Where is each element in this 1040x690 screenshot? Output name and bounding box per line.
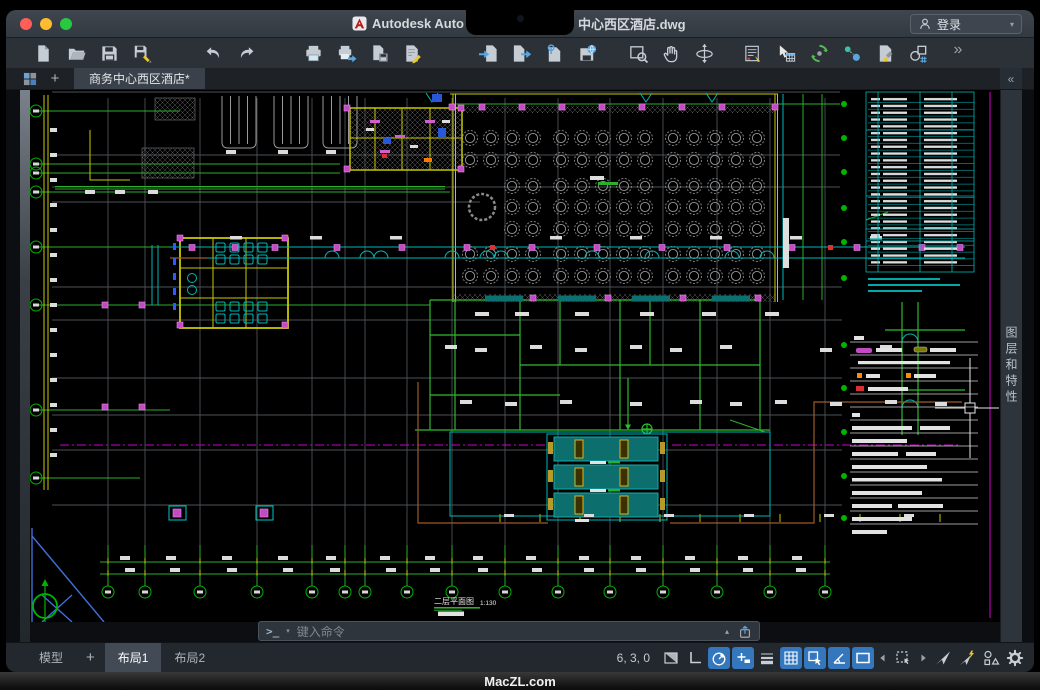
login-caret-icon: ▾ xyxy=(1010,20,1014,29)
legend-table xyxy=(866,92,974,292)
cad-drawing[interactable]: 二层平面图 1:130 xyxy=(30,90,1000,622)
app-window: Autodesk Auto 中心西区酒店.dwg 登录 ▾ xyxy=(6,10,1034,672)
batch-plot-icon[interactable] xyxy=(335,42,357,64)
annotation-visibility-icon[interactable] xyxy=(932,647,954,669)
save-icon[interactable] xyxy=(98,42,120,64)
plan-scale: 1:130 xyxy=(480,600,497,607)
toolbar-more-icon[interactable]: » xyxy=(946,41,970,59)
edit-drawing-icon[interactable] xyxy=(401,42,423,64)
open-icon[interactable] xyxy=(65,42,87,64)
undo-icon[interactable] xyxy=(202,42,224,64)
command-input[interactable]: 键入命令 xyxy=(297,623,345,640)
new-drawing-tab-button[interactable]: + xyxy=(42,68,68,89)
purge-icon[interactable] xyxy=(874,42,896,64)
left-edge-strip xyxy=(20,90,30,642)
coordinates-readout: 6, 3, 0 xyxy=(617,651,650,665)
redo-icon[interactable] xyxy=(235,42,257,64)
print-icon[interactable] xyxy=(302,42,324,64)
model-tab[interactable]: 模型 xyxy=(26,643,76,672)
export-icon[interactable] xyxy=(510,42,532,64)
count-icon[interactable] xyxy=(907,42,929,64)
login-button[interactable]: 登录 ▾ xyxy=(910,14,1022,34)
geolocation-icon[interactable] xyxy=(808,42,830,64)
notes-panel xyxy=(850,336,978,534)
isolate-objects-icon[interactable] xyxy=(660,647,682,669)
import-icon[interactable] xyxy=(477,42,499,64)
title-text-left: Autodesk Auto xyxy=(372,16,464,31)
share-icon[interactable] xyxy=(738,624,752,639)
minimize-button[interactable] xyxy=(40,18,52,30)
command-bar[interactable]: >_ ▾ 键入命令 ▴ xyxy=(258,621,760,641)
autocad-app-icon xyxy=(352,16,367,31)
dynamic-input-icon[interactable] xyxy=(852,647,874,669)
panel-vertical-label: 图层和特性 xyxy=(1003,326,1020,406)
camera-notch xyxy=(466,10,574,35)
main-area: 二层平面图 1:130 图层和特性 xyxy=(6,90,1034,642)
zoom-window-icon[interactable] xyxy=(627,42,649,64)
watermark-bar: MacZL.com xyxy=(0,672,1040,690)
layers-properties-panel-strip[interactable]: 图层和特性 xyxy=(1000,90,1022,642)
auto-annotation-icon[interactable] xyxy=(956,647,978,669)
close-button[interactable] xyxy=(20,18,32,30)
selection-cycling-icon[interactable] xyxy=(892,647,914,669)
drawing-canvas[interactable]: 二层平面图 1:130 xyxy=(30,90,1000,622)
copy-layout-icon[interactable] xyxy=(368,42,390,64)
banquet-tables xyxy=(463,131,765,284)
toolbar: » xyxy=(6,38,1034,68)
green-dots xyxy=(841,101,847,521)
object-snap-icon[interactable] xyxy=(804,647,826,669)
title-text-right: 中心西区酒店.dwg xyxy=(578,14,686,33)
drawing-tab-bar: + 商务中心西区酒店* « xyxy=(6,68,1034,90)
attach-icon[interactable] xyxy=(543,42,565,64)
add-layout-button[interactable]: + xyxy=(76,643,105,672)
fullscreen-button[interactable] xyxy=(60,18,72,30)
layout1-tab[interactable]: 布局1 xyxy=(105,643,162,672)
command-history-icon[interactable]: ▴ xyxy=(725,627,729,636)
next-icons-arrow[interactable] xyxy=(916,647,930,669)
login-label: 登录 xyxy=(937,16,961,33)
save-as-icon[interactable] xyxy=(131,42,153,64)
status-bar: 模型 + 布局1 布局2 6, 3, 0 xyxy=(6,642,1034,672)
tabbar-collapse-icon[interactable]: « xyxy=(1000,68,1022,89)
plan-title: 二层平面图 xyxy=(434,597,474,606)
drawing-tab[interactable]: 商务中心西区酒店* xyxy=(74,68,205,89)
person-icon xyxy=(918,17,932,31)
traffic-lights xyxy=(20,18,72,30)
window-title-left: Autodesk Auto xyxy=(328,16,464,31)
command-prompt-icon: >_ xyxy=(266,625,279,638)
plan-title-block: 二层平面图 1:130 xyxy=(434,597,497,616)
layout2-tab[interactable]: 布局2 xyxy=(161,643,218,672)
camera-dot xyxy=(517,15,524,22)
new-drawing-icon[interactable] xyxy=(32,42,54,64)
command-prompt-caret-icon[interactable]: ▾ xyxy=(286,627,290,635)
orbit-icon[interactable] xyxy=(693,42,715,64)
workspace-shapes-icon[interactable] xyxy=(980,647,1002,669)
ortho-mode-icon[interactable] xyxy=(684,647,706,669)
previous-icons-arrow[interactable] xyxy=(876,647,890,669)
watermark-text: MacZL.com xyxy=(484,674,556,689)
titlebar: Autodesk Auto 中心西区酒店.dwg 登录 ▾ xyxy=(6,10,1034,38)
dimension-texts xyxy=(50,120,947,572)
save-online-icon[interactable] xyxy=(576,42,598,64)
object-snap-tracking-icon[interactable] xyxy=(732,647,754,669)
lineweight-display-icon[interactable] xyxy=(756,647,778,669)
quick-select-icon[interactable] xyxy=(775,42,797,64)
angle-snap-icon[interactable] xyxy=(828,647,850,669)
point-style-icon[interactable] xyxy=(841,42,863,64)
grid-display-icon[interactable] xyxy=(780,647,802,669)
pan-icon[interactable] xyxy=(660,42,682,64)
start-tab-grid-icon[interactable] xyxy=(18,68,42,89)
north-arrow xyxy=(32,528,104,622)
polar-tracking-icon[interactable] xyxy=(708,647,730,669)
settings-gear-icon[interactable] xyxy=(1004,647,1026,669)
layer-properties-icon[interactable] xyxy=(742,42,764,64)
